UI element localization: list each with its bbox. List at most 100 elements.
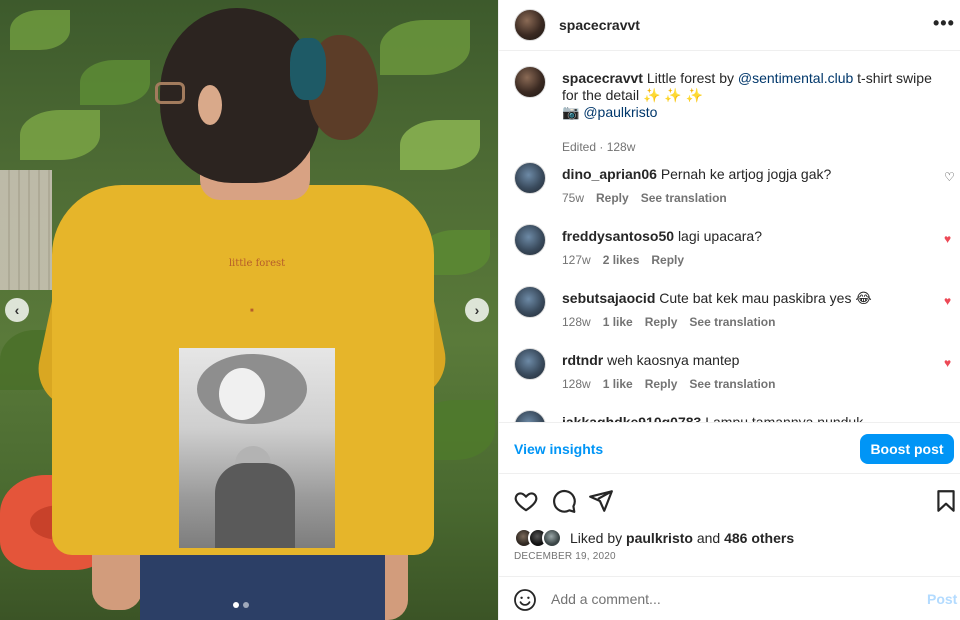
carousel-dot <box>233 602 239 608</box>
comment-like-heart-icon[interactable]: ♥ <box>944 356 951 370</box>
comment-like-heart-icon[interactable]: ♡ <box>944 170 955 184</box>
emoji-smiley-icon[interactable] <box>513 588 537 612</box>
caption-avatar[interactable] <box>514 66 546 98</box>
comment-likes-count[interactable]: 2 likes <box>603 253 640 267</box>
reply-button[interactable]: Reply <box>596 191 629 205</box>
hair-clip <box>290 38 326 100</box>
photo-credit-link[interactable]: @paulkristo <box>583 104 657 120</box>
comment-text: jakkaghdke910g0783 Lampu tamannya nunduk <box>562 414 863 422</box>
comment-item: sebutsajaocid Cute bat kek mau paskibra … <box>514 286 954 342</box>
comment-avatar[interactable] <box>514 162 546 194</box>
comment-avatar[interactable] <box>514 224 546 256</box>
comment-body: lagi upacara? <box>677 228 762 244</box>
carousel-dot <box>243 602 249 608</box>
post-comment-button[interactable]: Post <box>927 591 957 607</box>
more-options-icon[interactable]: ••• <box>933 13 955 34</box>
caption-mention-link[interactable]: @sentimental.club <box>738 70 853 86</box>
foliage <box>380 20 470 75</box>
comment-avatar[interactable] <box>514 410 546 422</box>
reply-button[interactable]: Reply <box>645 315 678 329</box>
foliage <box>400 120 480 170</box>
caption-text: spacecravvt Little forest by @sentimenta… <box>562 70 942 121</box>
comment-text: rdtndr weh kaosnya mantep <box>562 352 739 368</box>
comment-username[interactable]: jakkaghdke910g0783 <box>562 414 701 422</box>
liked-by-middle: and <box>692 530 725 546</box>
ear <box>198 85 222 125</box>
shirt-photo-print <box>179 348 335 548</box>
post-header: spacecravvt ••• <box>499 0 960 51</box>
comment-meta: 75w Reply See translation <box>562 191 727 205</box>
post-actions <box>499 482 960 522</box>
comment-like-heart-icon[interactable]: ♥ <box>944 294 951 308</box>
comment-username[interactable]: sebutsajaocid <box>562 290 655 306</box>
comment-body: Cute bat kek mau paskibra yes 😂 <box>659 290 872 306</box>
see-translation-button[interactable]: See translation <box>641 191 727 205</box>
shirt-print-text: little forest <box>228 258 286 269</box>
post-date[interactable]: DECEMBER 19, 2020 <box>514 551 616 562</box>
carousel-dots <box>233 602 249 608</box>
camera-emoji: 📷 <box>562 104 580 120</box>
comments-list[interactable]: spacecravvt Little forest by @sentimenta… <box>499 52 960 422</box>
comment-time[interactable]: 128w <box>562 315 591 329</box>
comment-username[interactable]: freddysantoso50 <box>562 228 674 244</box>
comment-time[interactable]: 127w <box>562 253 591 267</box>
comment-meta: 128w 1 like Reply See translation <box>562 377 775 391</box>
comment-avatar[interactable] <box>514 286 546 318</box>
comment-item: jakkaghdke910g0783 Lampu tamannya nunduk… <box>514 410 954 422</box>
comment-body: Pernah ke artjog jogja gak? <box>660 166 832 182</box>
comment-bubble-icon[interactable] <box>551 488 577 514</box>
comment-body: weh kaosnya mantep <box>607 352 740 368</box>
fence <box>0 170 52 290</box>
liked-by-others-link[interactable]: 486 others <box>724 530 794 546</box>
reply-button[interactable]: Reply <box>651 253 684 267</box>
comment-likes-count[interactable]: 1 like <box>603 377 633 391</box>
share-paper-plane-icon[interactable] <box>588 488 614 514</box>
caption-username[interactable]: spacecravvt <box>562 70 643 86</box>
comment-item: freddysantoso50 lagi upacara? 127w 2 lik… <box>514 224 954 280</box>
foliage <box>80 60 150 105</box>
add-comment-input[interactable] <box>551 588 901 610</box>
print-face <box>219 368 265 420</box>
comment-text: dino_aprian06 Pernah ke artjog jogja gak… <box>562 166 831 182</box>
author-avatar[interactable] <box>514 9 546 41</box>
add-comment-bar: Post <box>499 576 960 620</box>
comment-like-heart-icon[interactable]: ♥ <box>944 232 951 246</box>
likes-summary: Liked by paulkristo and 486 others <box>514 527 794 549</box>
print-body <box>215 463 295 548</box>
foliage <box>20 110 100 160</box>
liked-by-text: Liked by paulkristo and 486 others <box>570 530 794 546</box>
save-bookmark-icon[interactable] <box>933 488 959 514</box>
like-heart-icon[interactable] <box>513 488 539 514</box>
view-insights-link[interactable]: View insights <box>514 441 603 457</box>
comment-time[interactable]: 128w <box>562 377 591 391</box>
glasses <box>155 82 185 104</box>
insights-bar: View insights Boost post <box>499 422 960 474</box>
comment-meta: 128w 1 like Reply See translation <box>562 315 775 329</box>
liker-avatar[interactable] <box>542 528 562 548</box>
post-image[interactable]: little forest ■ ‹ › <box>0 0 498 620</box>
boost-post-button[interactable]: Boost post <box>860 434 954 464</box>
see-translation-button[interactable]: See translation <box>689 377 775 391</box>
post-side-panel: spacecravvt ••• spacecravvt Little fores… <box>498 0 960 620</box>
foliage <box>10 10 70 50</box>
comment-likes-count[interactable]: 1 like <box>603 315 633 329</box>
comment-item: rdtndr weh kaosnya mantep 128w 1 like Re… <box>514 348 954 404</box>
comment-avatar[interactable] <box>514 348 546 380</box>
comment-username[interactable]: dino_aprian06 <box>562 166 657 182</box>
instagram-post-view: little forest ■ ‹ › spacecravvt ••• spac… <box>0 0 960 620</box>
next-image-button[interactable]: › <box>465 298 489 322</box>
comment-time[interactable]: 75w <box>562 191 584 205</box>
reply-button[interactable]: Reply <box>645 377 678 391</box>
comment-username[interactable]: rdtndr <box>562 352 603 368</box>
caption-meta: Edited · 128w <box>562 140 636 154</box>
comment-body: Lampu tamannya nunduk <box>705 414 864 422</box>
comment-meta: 127w 2 likes Reply <box>562 253 684 267</box>
comment-text: sebutsajaocid Cute bat kek mau paskibra … <box>562 290 872 307</box>
caption-body: Little forest by <box>646 70 738 86</box>
see-translation-button[interactable]: See translation <box>689 315 775 329</box>
liked-by-prefix: Liked by <box>570 530 627 546</box>
author-username[interactable]: spacecravvt <box>559 17 640 33</box>
liked-by-user-link[interactable]: paulkristo <box>626 530 693 546</box>
comment-item: dino_aprian06 Pernah ke artjog jogja gak… <box>514 162 955 218</box>
previous-image-button[interactable]: ‹ <box>5 298 29 322</box>
